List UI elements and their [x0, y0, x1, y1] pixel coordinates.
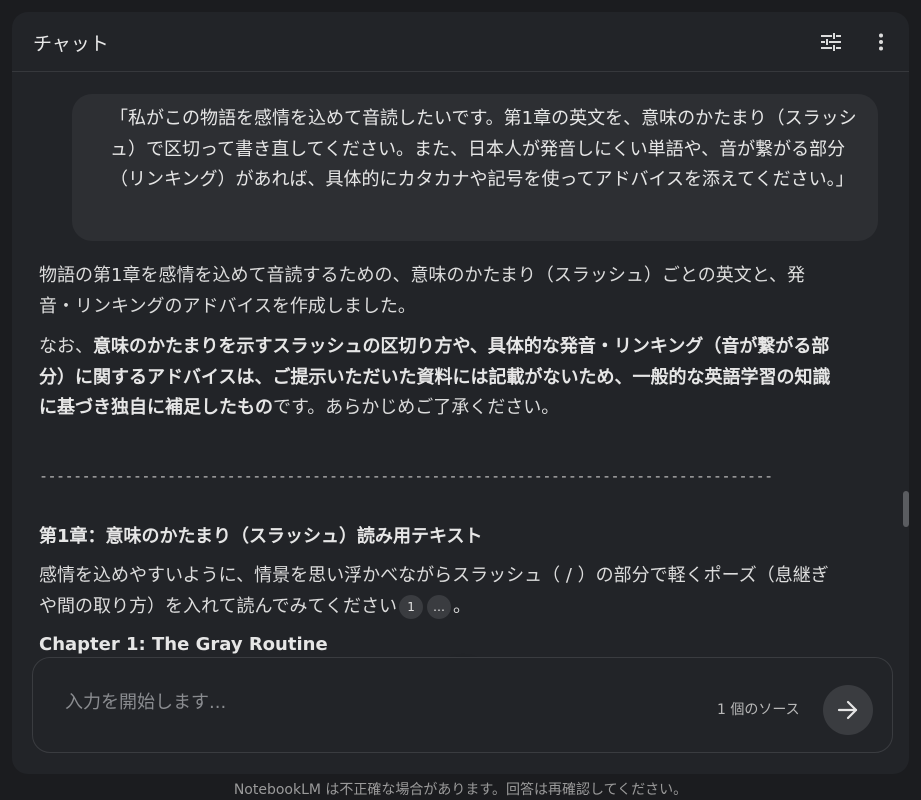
response-note: なお、意味のかたまりを示すスラッシュの区切り方や、具体的な発音・リンキング（音が… [39, 332, 839, 424]
divider-line: ----------------------------------------… [39, 467, 774, 485]
composer: 1 個のソース [32, 657, 893, 753]
section-end: 。 [453, 595, 472, 617]
note-suffix: です。あらかじめご了承ください。 [273, 397, 560, 418]
user-message-bubble: 「私がこの物語を感情を込めて音読したいです。第1章の英文を、意味のかたまり（スラ… [72, 94, 878, 241]
chapter-title: Chapter 1: The Gray Routine [39, 634, 328, 655]
panel-title: チャット [33, 33, 109, 55]
user-message-text: 「私がこの物語を感情を込めて音読したいです。第1章の英文を、意味のかたまり（スラ… [110, 108, 857, 190]
chat-input[interactable] [63, 691, 667, 714]
citation-chip-more[interactable]: … [427, 594, 452, 619]
tune-button[interactable] [817, 28, 845, 56]
response-intro: 物語の第1章を感情を込めて音読するための、意味のかたまり（スラッシュ）ごとの英文… [39, 265, 806, 317]
section-heading: 第1章：意味のかたまり（スラッシュ）読み用テキスト [39, 526, 483, 547]
arrow-right-icon [837, 700, 858, 720]
chat-header: チャット [12, 12, 909, 72]
source-count[interactable]: 1 個のソース [717, 699, 800, 719]
send-button[interactable] [823, 685, 873, 735]
citation-chip-1[interactable]: 1 [399, 594, 424, 619]
chat-panel: チャット 「私がこの物語を感情を込めて音読したいです。第1章の英文を、意味のかた… [12, 12, 909, 774]
chat-messages[interactable]: 「私がこの物語を感情を込めて音読したいです。第1章の英文を、意味のかたまり（スラ… [12, 73, 909, 658]
note-prefix: なお、 [39, 336, 93, 357]
more-options-button[interactable] [867, 28, 895, 56]
section-text: 感情を込めやすいように、情景を思い浮かべながらスラッシュ（ / ）の部分で軽くポ… [39, 561, 839, 622]
tune-icon [821, 33, 841, 51]
disclaimer-text: NotebookLM は不正確な場合があります。回答は再確認してください。 [233, 782, 688, 798]
more-vert-icon [879, 33, 883, 51]
scrollbar-thumb[interactable] [903, 491, 909, 527]
